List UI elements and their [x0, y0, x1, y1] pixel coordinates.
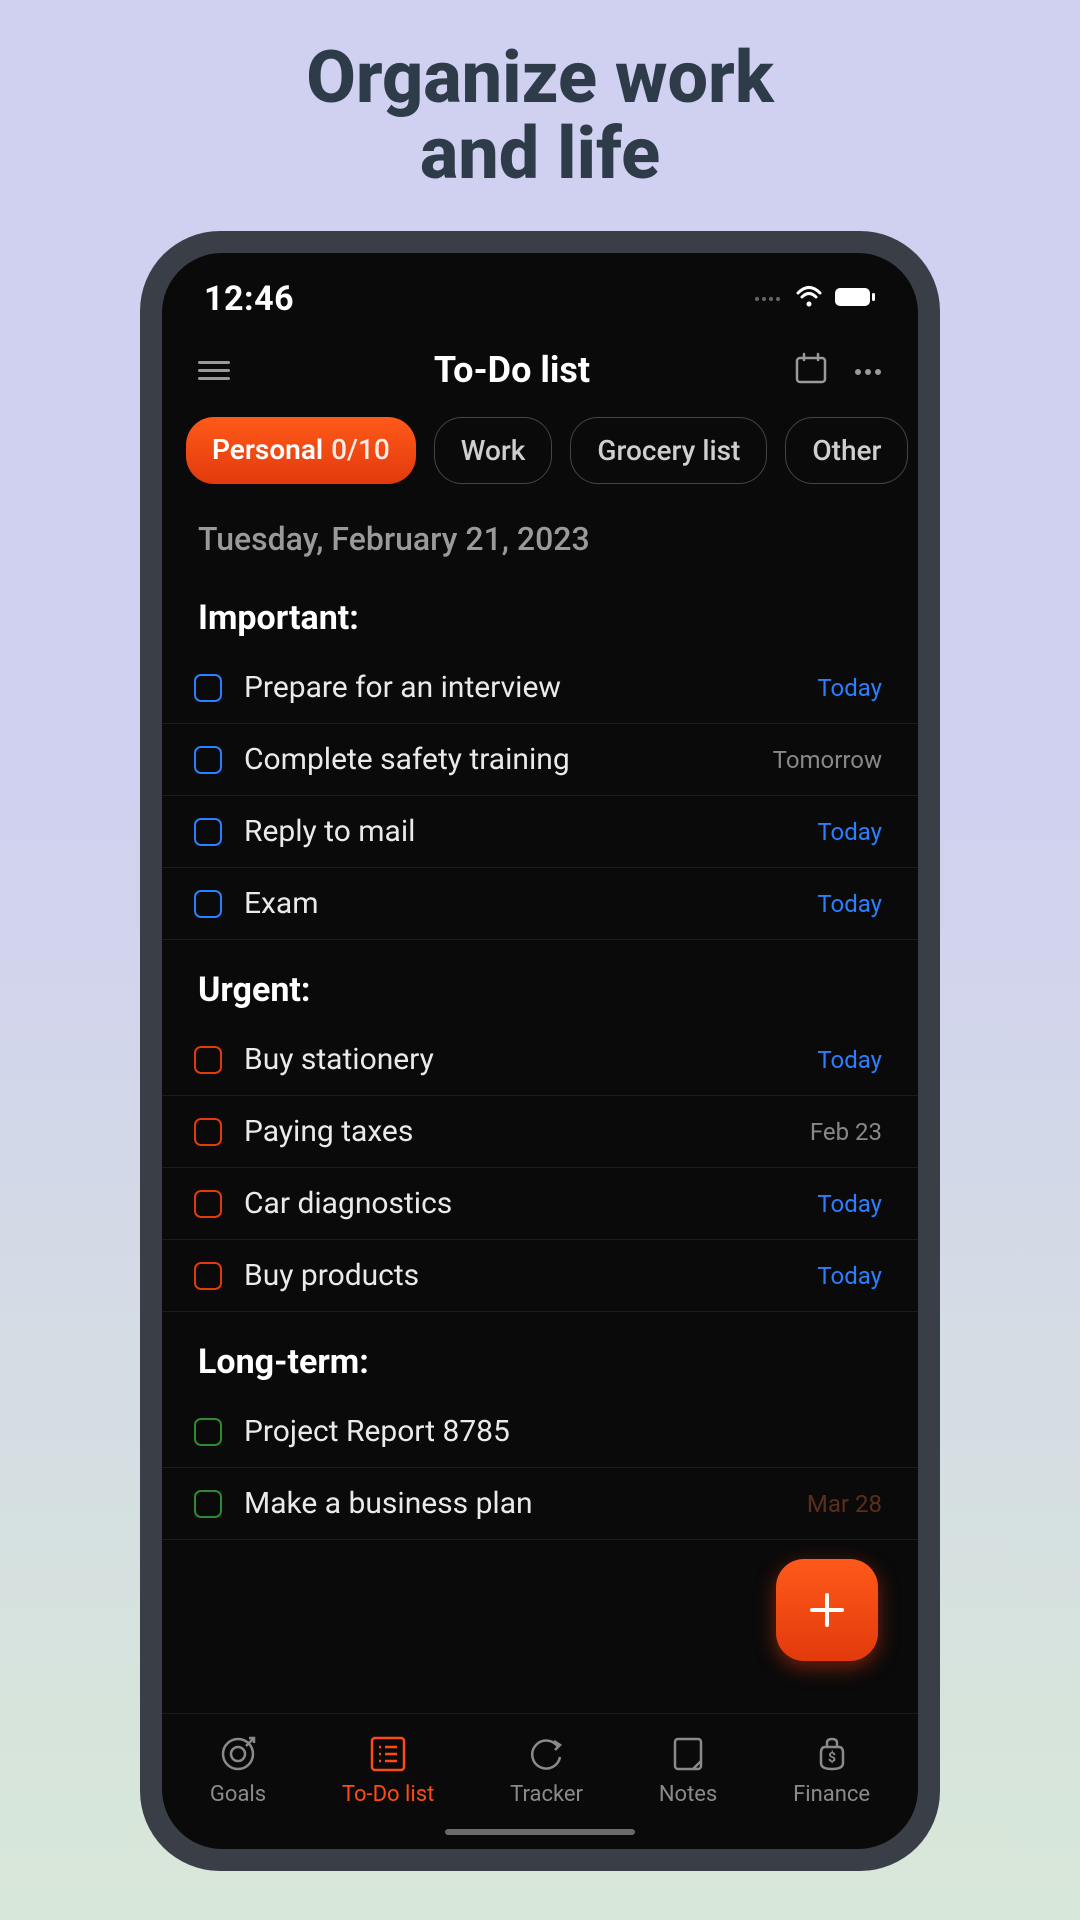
task-row[interactable]: Car diagnosticsToday: [162, 1168, 918, 1240]
task-row[interactable]: Project Report 8785: [162, 1396, 918, 1468]
task-row[interactable]: Prepare for an interviewToday: [162, 652, 918, 724]
task-label: Buy stationery: [244, 1042, 817, 1077]
nav-label: To-Do list: [342, 1782, 434, 1807]
nav-label: Goals: [210, 1782, 266, 1807]
section-title: Long-term:: [162, 1312, 918, 1396]
tab-label: Grocery list: [597, 434, 740, 467]
status-time: 12:46: [204, 279, 294, 319]
task-label: Paying taxes: [244, 1114, 810, 1149]
plus-icon: [806, 1589, 848, 1631]
tab-personal[interactable]: Personal0/10: [186, 417, 416, 484]
task-row[interactable]: Buy stationeryToday: [162, 1024, 918, 1096]
home-indicator[interactable]: [445, 1829, 635, 1835]
sections-container: Important:Prepare for an interviewTodayC…: [162, 568, 918, 1713]
hero-line1: Organize work: [306, 40, 774, 116]
task-checkbox[interactable]: [194, 1118, 222, 1146]
task-due: Today: [817, 674, 882, 702]
svg-text:$: $: [828, 1749, 836, 1766]
target-icon: [218, 1734, 258, 1774]
task-due: Today: [817, 1262, 882, 1290]
nav-label: Notes: [659, 1782, 717, 1807]
hero-title: Organize work and life: [306, 40, 774, 191]
category-tabs: Personal0/10 Work Grocery list Other: [162, 407, 918, 496]
task-checkbox[interactable]: [194, 890, 222, 918]
phone-screen: 12:46 To-Do list: [162, 253, 918, 1849]
money-icon: $: [812, 1734, 852, 1774]
nav-label: Finance: [793, 1782, 870, 1807]
task-checkbox[interactable]: [194, 1190, 222, 1218]
task-label: Project Report 8785: [244, 1414, 882, 1449]
task-checkbox[interactable]: [194, 1490, 222, 1518]
tab-other[interactable]: Other: [785, 417, 908, 484]
section-title: Important:: [162, 568, 918, 652]
task-row[interactable]: Reply to mailToday: [162, 796, 918, 868]
task-label: Make a business plan: [244, 1486, 807, 1521]
task-due: Mar 28: [807, 1490, 882, 1518]
bottom-nav: Goals To-Do list Tracker Notes $ Finance: [162, 1713, 918, 1817]
nav-finance[interactable]: $ Finance: [793, 1734, 870, 1807]
status-right: [754, 285, 876, 313]
task-row[interactable]: Make a business planMar 28: [162, 1468, 918, 1540]
task-row[interactable]: ExamToday: [162, 868, 918, 940]
app-header: To-Do list: [162, 329, 918, 407]
task-checkbox[interactable]: [194, 674, 222, 702]
wifi-icon: [794, 285, 824, 313]
task-label: Prepare for an interview: [244, 670, 817, 705]
task-due: Tomorrow: [773, 746, 882, 774]
note-icon: [668, 1734, 708, 1774]
task-row[interactable]: Buy productsToday: [162, 1240, 918, 1312]
status-bar: 12:46: [162, 253, 918, 329]
nav-notes[interactable]: Notes: [659, 1734, 717, 1807]
task-due: Today: [817, 1046, 882, 1074]
tab-label: Work: [461, 434, 526, 467]
task-due: Feb 23: [810, 1118, 882, 1146]
tab-grocery-list[interactable]: Grocery list: [570, 417, 767, 484]
task-row[interactable]: Paying taxesFeb 23: [162, 1096, 918, 1168]
task-label: Buy products: [244, 1258, 817, 1293]
tab-count: 0/10: [331, 433, 390, 466]
app-title: To-Do list: [434, 349, 590, 391]
refresh-icon: [527, 1734, 567, 1774]
task-label: Reply to mail: [244, 814, 817, 849]
phone-frame: 12:46 To-Do list: [140, 231, 940, 1871]
tab-label: Personal: [212, 433, 323, 466]
tab-work[interactable]: Work: [434, 417, 553, 484]
task-checkbox[interactable]: [194, 1262, 222, 1290]
task-checkbox[interactable]: [194, 1046, 222, 1074]
task-label: Car diagnostics: [244, 1186, 817, 1221]
task-due: Today: [817, 1190, 882, 1218]
task-checkbox[interactable]: [194, 818, 222, 846]
task-checkbox[interactable]: [194, 1418, 222, 1446]
tab-label: Other: [812, 434, 881, 467]
list-icon: [368, 1734, 408, 1774]
task-due: Today: [817, 890, 882, 918]
nav-to-do-list[interactable]: To-Do list: [342, 1734, 434, 1807]
hero-line2: and life: [306, 116, 774, 192]
task-label: Exam: [244, 886, 817, 921]
cellular-icon: [754, 290, 784, 309]
section-title: Urgent:: [162, 940, 918, 1024]
hamburger-icon[interactable]: [198, 361, 230, 380]
task-checkbox[interactable]: [194, 746, 222, 774]
calendar-icon[interactable]: [794, 351, 828, 389]
task-label: Complete safety training: [244, 742, 773, 777]
task-due: Today: [817, 818, 882, 846]
nav-label: Tracker: [510, 1782, 583, 1807]
current-date: Tuesday, February 21, 2023: [162, 496, 918, 568]
nav-tracker[interactable]: Tracker: [510, 1734, 583, 1807]
add-button[interactable]: [776, 1559, 878, 1661]
more-icon[interactable]: [854, 361, 882, 380]
task-row[interactable]: Complete safety trainingTomorrow: [162, 724, 918, 796]
battery-icon: [834, 287, 876, 311]
nav-goals[interactable]: Goals: [210, 1734, 266, 1807]
